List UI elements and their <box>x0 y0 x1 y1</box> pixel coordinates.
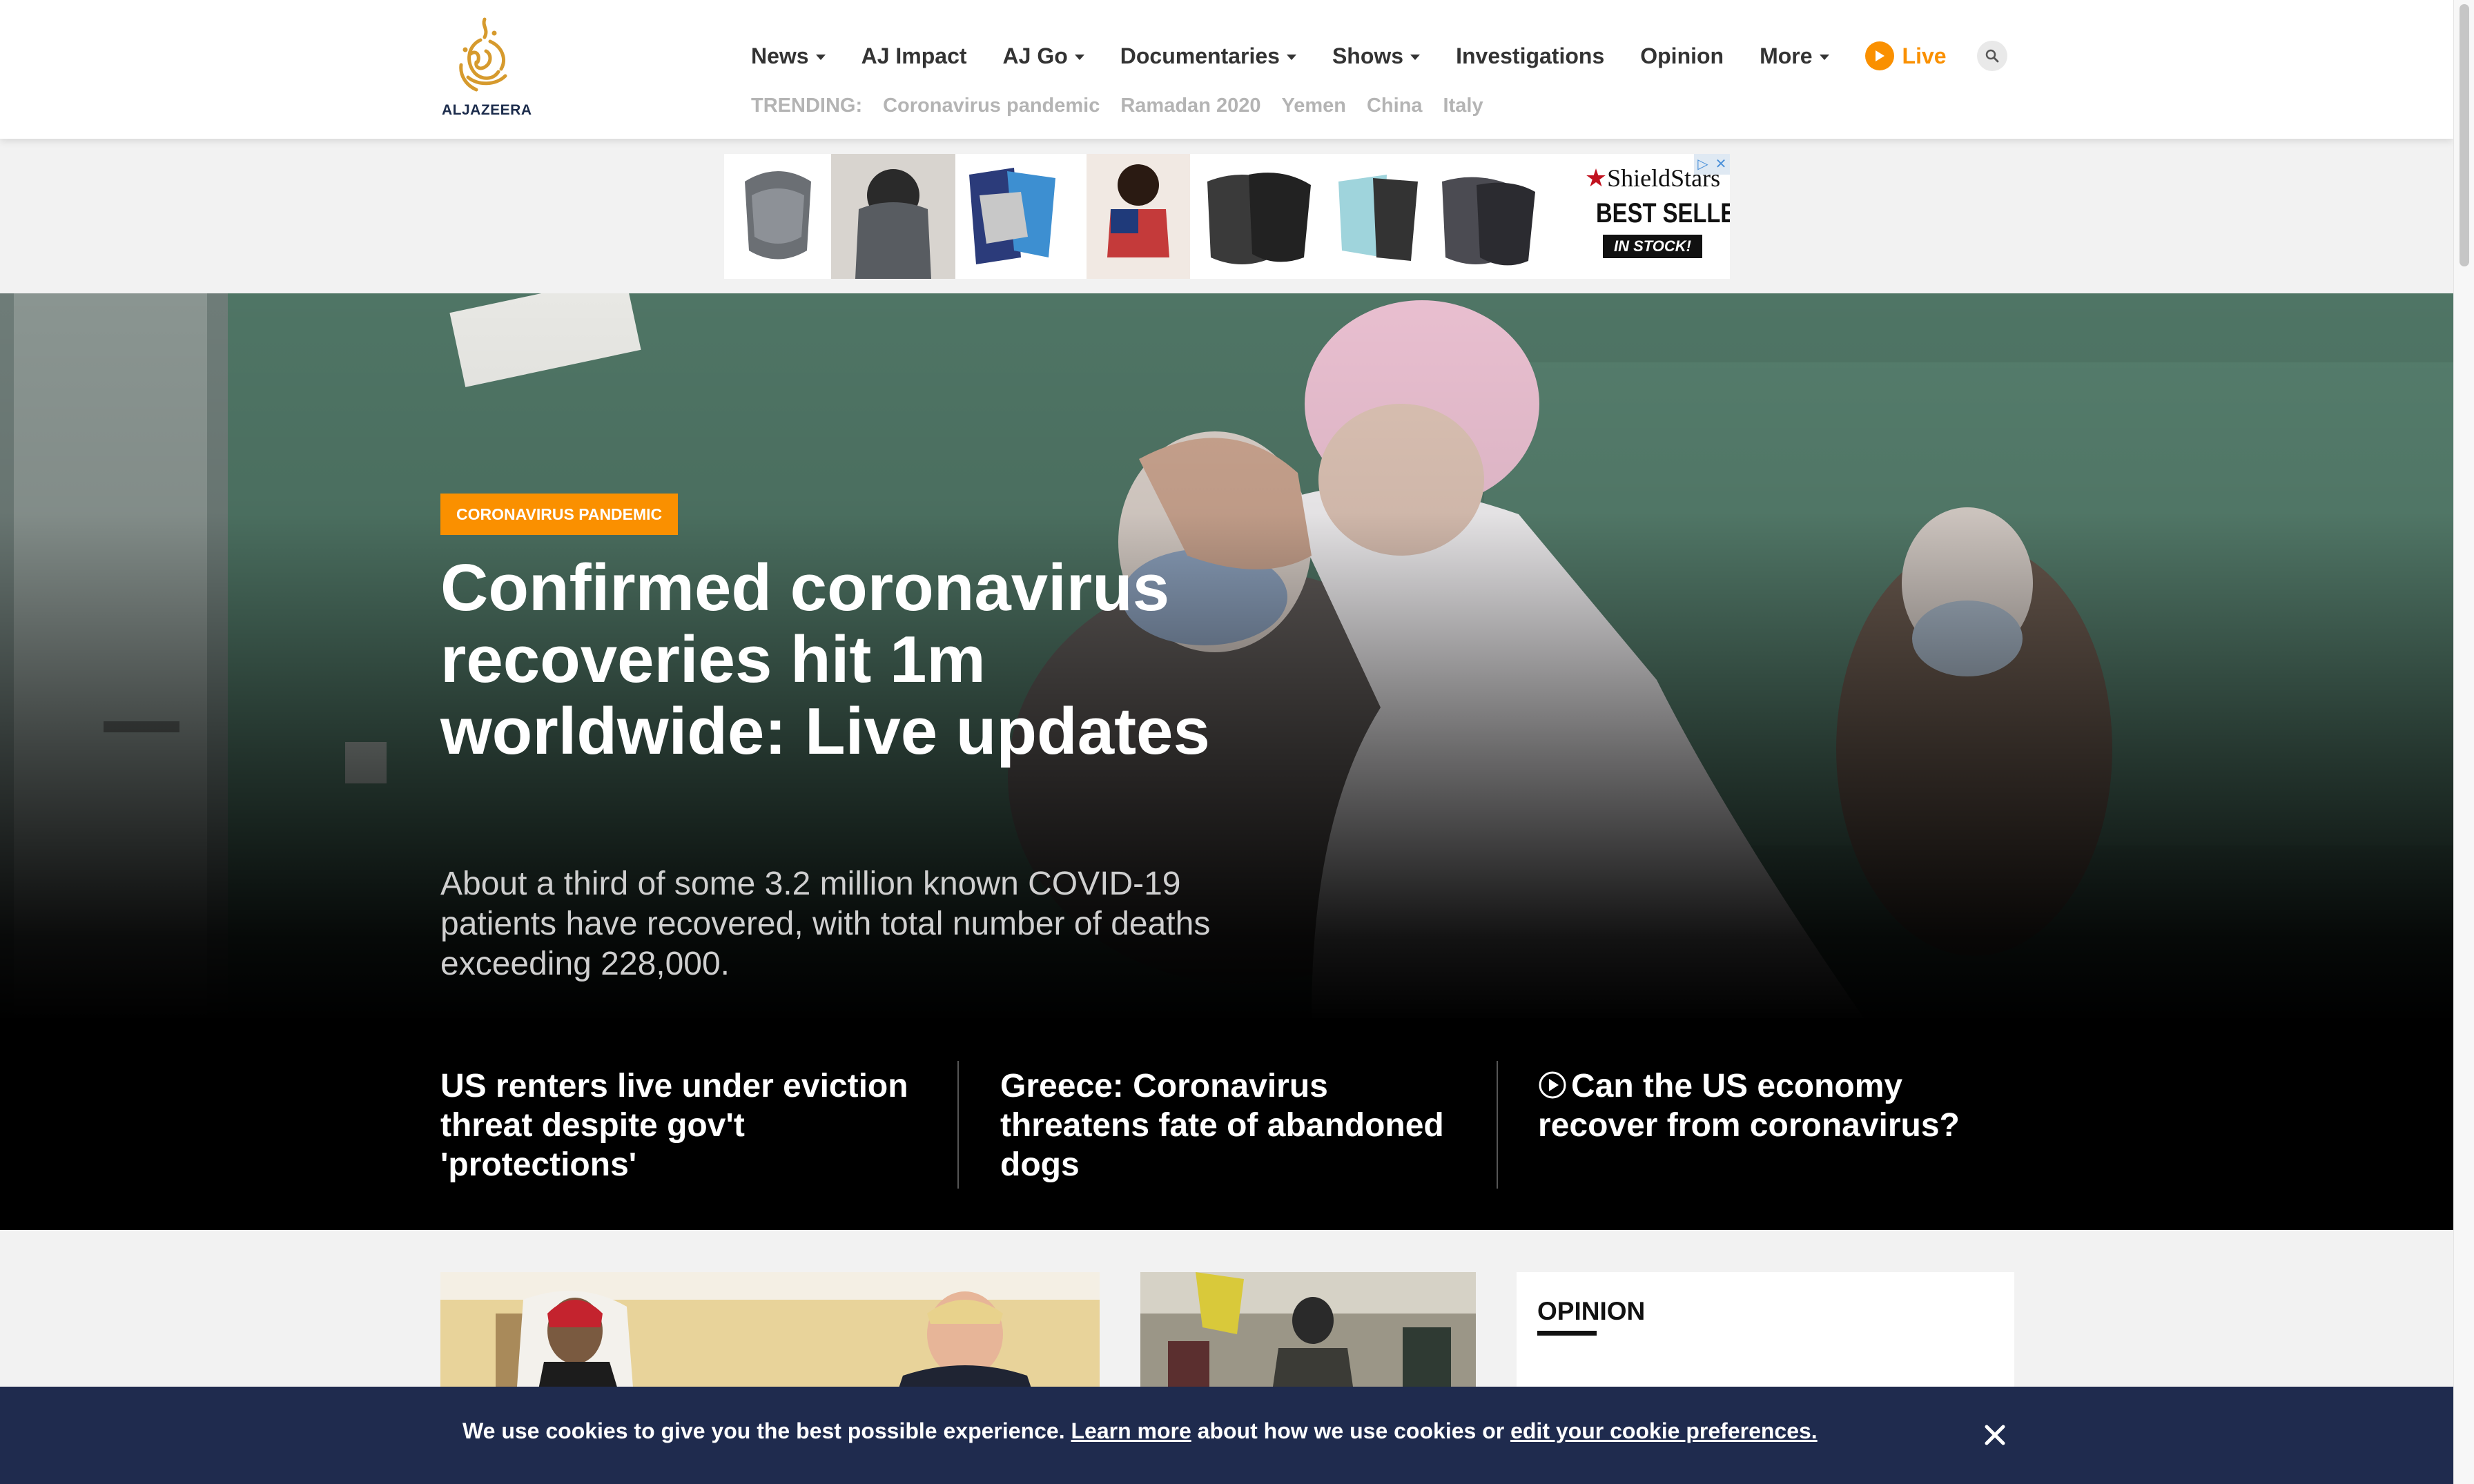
nav-label: Opinion <box>1640 43 1724 68</box>
nav-item-news[interactable]: News <box>751 43 826 69</box>
heading-underline <box>1537 1331 1597 1336</box>
close-icon <box>1985 1425 2005 1445</box>
cookie-text: We use cookies to give you the best poss… <box>462 1418 1071 1443</box>
trending-label: TRENDING: <box>751 95 863 117</box>
hero-section: CORONAVIRUS PANDEMIC Confirmed coronavir… <box>0 293 2453 1230</box>
ad-choices[interactable]: ▷ ✕ <box>1694 154 1730 175</box>
close-icon[interactable]: ✕ <box>1712 154 1730 175</box>
nav-item-documentaries[interactable]: Documentaries <box>1120 43 1296 69</box>
live-button[interactable]: Live <box>1864 41 1947 70</box>
trending-link[interactable]: Italy <box>1443 95 1483 117</box>
ad-brand-block: ★ShieldStars BEST SELLER IN STOCK! <box>1584 164 1730 258</box>
nav-item-investigations[interactable]: Investigations <box>1456 43 1604 69</box>
cookie-close-button[interactable] <box>1980 1420 2010 1450</box>
cookie-message: We use cookies to give you the best poss… <box>462 1418 1818 1444</box>
opinion-heading[interactable]: OPINION <box>1537 1297 1645 1326</box>
search-button[interactable] <box>1976 41 2007 71</box>
sub-story-2[interactable]: Greece: Coronavirus threatens fate of ab… <box>1000 1066 1483 1184</box>
story-image <box>1140 1272 1476 1396</box>
adchoices-icon[interactable]: ▷ <box>1694 154 1712 175</box>
story-image <box>440 1272 1100 1396</box>
sub-story-title[interactable]: Greece: Coronavirus threatens fate of ab… <box>1000 1068 1444 1183</box>
nav-label: Shows <box>1332 43 1404 68</box>
nav-item-aj-go[interactable]: AJ Go <box>1003 43 1084 69</box>
caret-down-icon <box>1074 55 1084 60</box>
learn-more-link[interactable]: Learn more <box>1071 1418 1191 1443</box>
cookie-preferences-link[interactable]: edit your cookie preferences. <box>1510 1418 1818 1443</box>
trending-link[interactable]: Yemen <box>1281 95 1346 117</box>
divider <box>1497 1061 1498 1189</box>
nav-label: More <box>1760 43 1813 68</box>
caret-down-icon <box>815 55 826 60</box>
ad-product-images <box>724 154 1584 279</box>
caret-down-icon <box>1286 55 1296 60</box>
nav-label: News <box>751 43 809 68</box>
cookie-banner: We use cookies to give you the best poss… <box>0 1387 2453 1484</box>
nav-label: AJ Impact <box>861 43 967 68</box>
story-card-image[interactable] <box>1140 1272 1476 1396</box>
page-scrollbar[interactable] <box>2453 0 2474 1484</box>
nav-item-shows[interactable]: Shows <box>1332 43 1421 69</box>
site-header: ALJAZEERA News AJ Impact AJ Go Documenta… <box>0 0 2453 139</box>
sub-story-1[interactable]: US renters live under eviction threat de… <box>440 1066 937 1184</box>
nav-item-aj-impact[interactable]: AJ Impact <box>861 43 967 69</box>
ad-headline: BEST SELLER <box>1596 198 1730 228</box>
sub-story-title[interactable]: US renters live under eviction threat de… <box>440 1068 908 1183</box>
star-icon: ★ <box>1584 164 1608 192</box>
trending-link[interactable]: China <box>1367 95 1423 117</box>
sub-story-title[interactable]: Can the US economy recover from coronavi… <box>1538 1068 1960 1144</box>
caret-down-icon <box>1819 55 1829 60</box>
caret-down-icon <box>1410 55 1421 60</box>
nav-label: Documentaries <box>1120 43 1280 68</box>
logo-wordmark: ALJAZEERA <box>442 102 532 118</box>
trending-link[interactable]: Coronavirus pandemic <box>883 95 1100 117</box>
nav-item-opinion[interactable]: Opinion <box>1640 43 1724 69</box>
category-tag[interactable]: CORONAVIRUS PANDEMIC <box>440 494 679 535</box>
ad-banner[interactable]: ★ShieldStars BEST SELLER IN STOCK! ▷ ✕ <box>724 154 1730 279</box>
trending-bar: TRENDING: Coronavirus pandemic Ramadan 2… <box>751 95 1483 117</box>
play-icon <box>1864 41 1894 70</box>
video-play-icon <box>1539 1071 1566 1099</box>
ad-badge: IN STOCK! <box>1602 235 1703 258</box>
nav-item-more[interactable]: More <box>1760 43 1829 69</box>
scrollbar-thumb[interactable] <box>2460 4 2469 266</box>
story-card-image[interactable] <box>440 1272 1100 1396</box>
divider <box>957 1061 959 1189</box>
search-icon <box>1985 49 1998 63</box>
hero-summary: About a third of some 3.2 million known … <box>440 866 1211 982</box>
sub-story-3[interactable]: Can the US economy recover from coronavi… <box>1538 1066 2021 1145</box>
trending-link[interactable]: Ramadan 2020 <box>1120 95 1260 117</box>
nav-label: Investigations <box>1456 43 1605 68</box>
live-label: Live <box>1902 43 1947 68</box>
cookie-text: about how we use cookies or <box>1191 1418 1511 1443</box>
nav-label: AJ Go <box>1002 43 1068 68</box>
main-nav: News AJ Impact AJ Go Documentaries Shows… <box>751 39 2007 73</box>
hero-headline[interactable]: Confirmed coronavirus recoveries hit 1m … <box>440 552 1241 768</box>
